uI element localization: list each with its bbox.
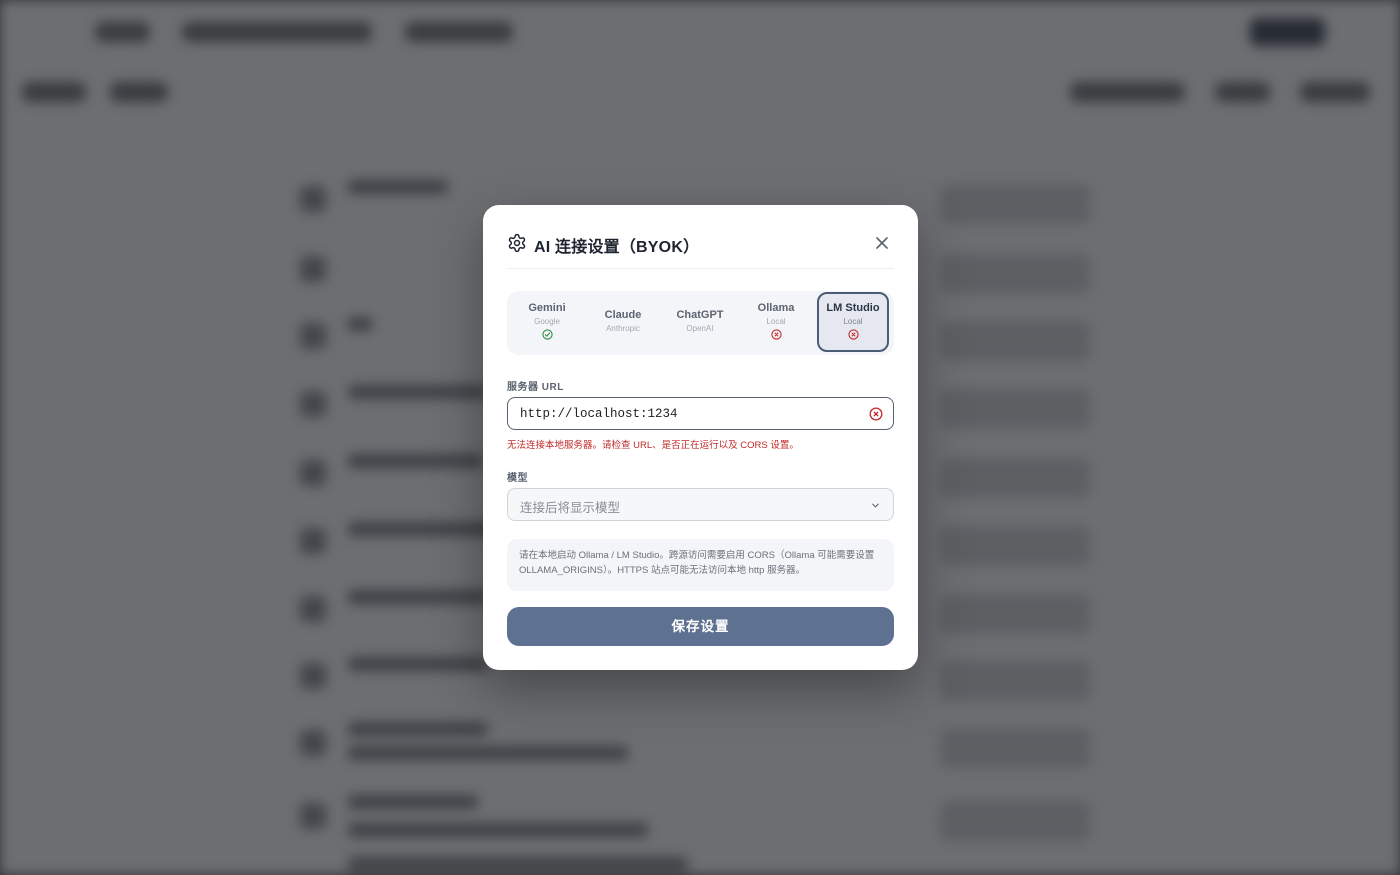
provider-name: Gemini — [528, 302, 566, 314]
save-settings-button[interactable]: 保存设置 — [507, 607, 894, 646]
url-error-message: 无法连接本地服务器。请检查 URL、是否正在运行以及 CORS 设置。 — [507, 440, 799, 451]
provider-name: ChatGPT — [676, 309, 724, 321]
provider-tab-lm-studio[interactable]: LM Studio Local — [817, 292, 889, 352]
ai-settings-dialog: AI 连接设置（BYOK） Gemini Google Claude Anthr… — [483, 205, 918, 670]
gear-icon — [508, 233, 526, 253]
provider-name: Claude — [604, 309, 642, 321]
local-server-notice: 请在本地启动 Ollama / LM Studio。跨源访问需要启用 CORS（… — [507, 539, 894, 591]
check-circle-icon — [541, 329, 553, 340]
chevron-down-icon — [872, 503, 879, 508]
error-circle-icon — [869, 407, 883, 421]
provider-tab-gemini[interactable]: Gemini Google — [511, 292, 583, 352]
error-circle-icon — [847, 329, 859, 340]
server-url-label: 服务器 URL — [507, 382, 564, 393]
error-circle-icon — [770, 329, 782, 340]
provider-tab-claude[interactable]: Claude Anthropic — [587, 292, 659, 352]
provider-vendor: Local — [843, 317, 863, 326]
server-url-input[interactable] — [520, 405, 850, 423]
provider-vendor: Anthropic — [606, 324, 640, 333]
provider-name: Ollama — [757, 302, 795, 314]
dialog-title: AI 连接设置（BYOK） — [534, 239, 700, 256]
provider-vendor: Google — [534, 317, 560, 326]
model-label: 模型 — [507, 473, 528, 484]
model-select[interactable]: 连接后将显示模型 — [507, 488, 894, 521]
provider-tab-chatgpt[interactable]: ChatGPT OpenAI — [664, 292, 736, 352]
dialog-header: AI 连接设置（BYOK） — [507, 227, 894, 269]
provider-tab-ollama[interactable]: Ollama Local — [740, 292, 812, 352]
provider-vendor: Local — [766, 317, 786, 326]
provider-name: LM Studio — [826, 302, 880, 314]
close-icon[interactable] — [872, 233, 892, 253]
server-url-field[interactable] — [507, 397, 894, 430]
model-select-placeholder: 连接后将显示模型 — [520, 501, 621, 515]
provider-selector: Gemini Google Claude Anthropic ChatGPT O… — [507, 291, 894, 355]
provider-vendor: OpenAI — [686, 324, 714, 333]
